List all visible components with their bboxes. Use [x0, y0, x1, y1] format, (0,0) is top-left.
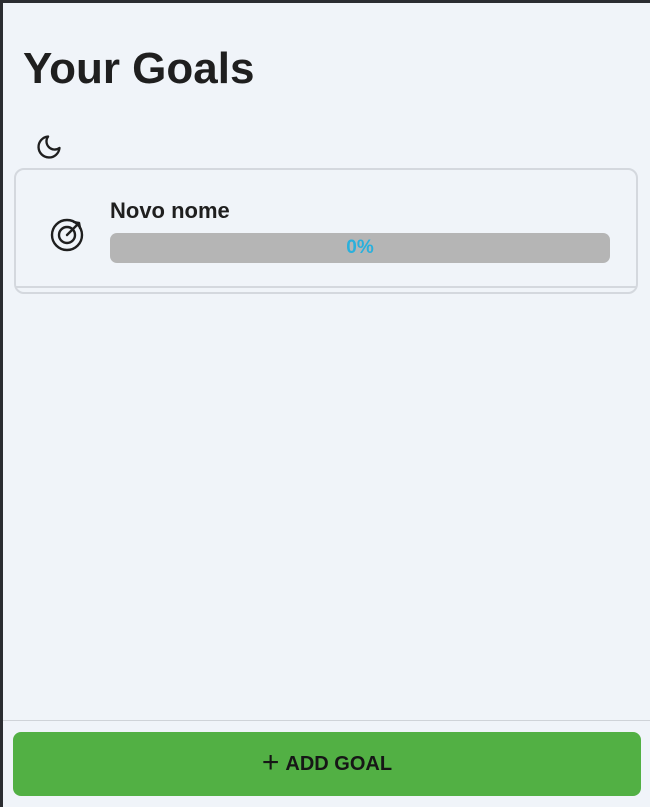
plus-icon: + [261, 746, 280, 779]
page-title: Your Goals [23, 44, 255, 93]
theme-toggle-button[interactable] [33, 131, 65, 163]
target-icon [50, 218, 84, 252]
add-goal-label: ADD GOAL [285, 752, 393, 775]
app-window: Your Goals Novo nome 0% + ADD GOAL [3, 3, 650, 807]
goal-name: Novo nome [110, 198, 230, 223]
goal-card[interactable]: Novo nome 0% [14, 168, 638, 294]
add-goal-button[interactable]: + ADD GOAL [13, 732, 641, 796]
moon-icon [37, 135, 61, 159]
goal-progress-label: 0% [346, 237, 374, 258]
goal-progress-bar: 0% [110, 233, 610, 263]
card-divider [16, 286, 636, 288]
footer-divider [3, 720, 650, 721]
